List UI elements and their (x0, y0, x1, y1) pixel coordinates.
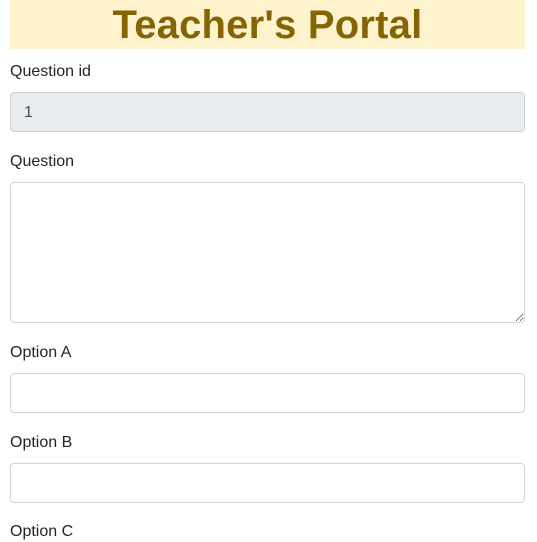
question-id-value: 1 (24, 104, 33, 121)
question-label: Question (10, 153, 75, 170)
question-textarea[interactable] (10, 182, 525, 323)
question-id-label: Question id (10, 63, 91, 80)
option-a-label: Option A (10, 344, 72, 361)
option-c-label: Option C (10, 523, 74, 540)
option-b-input[interactable] (10, 463, 525, 503)
option-a-input[interactable] (10, 373, 525, 413)
question-id-field[interactable] (10, 92, 525, 132)
page-title: Teacher's Portal (112, 3, 423, 47)
page-header: Teacher's Portal (10, 0, 525, 49)
option-b-label: Option B (10, 434, 73, 451)
